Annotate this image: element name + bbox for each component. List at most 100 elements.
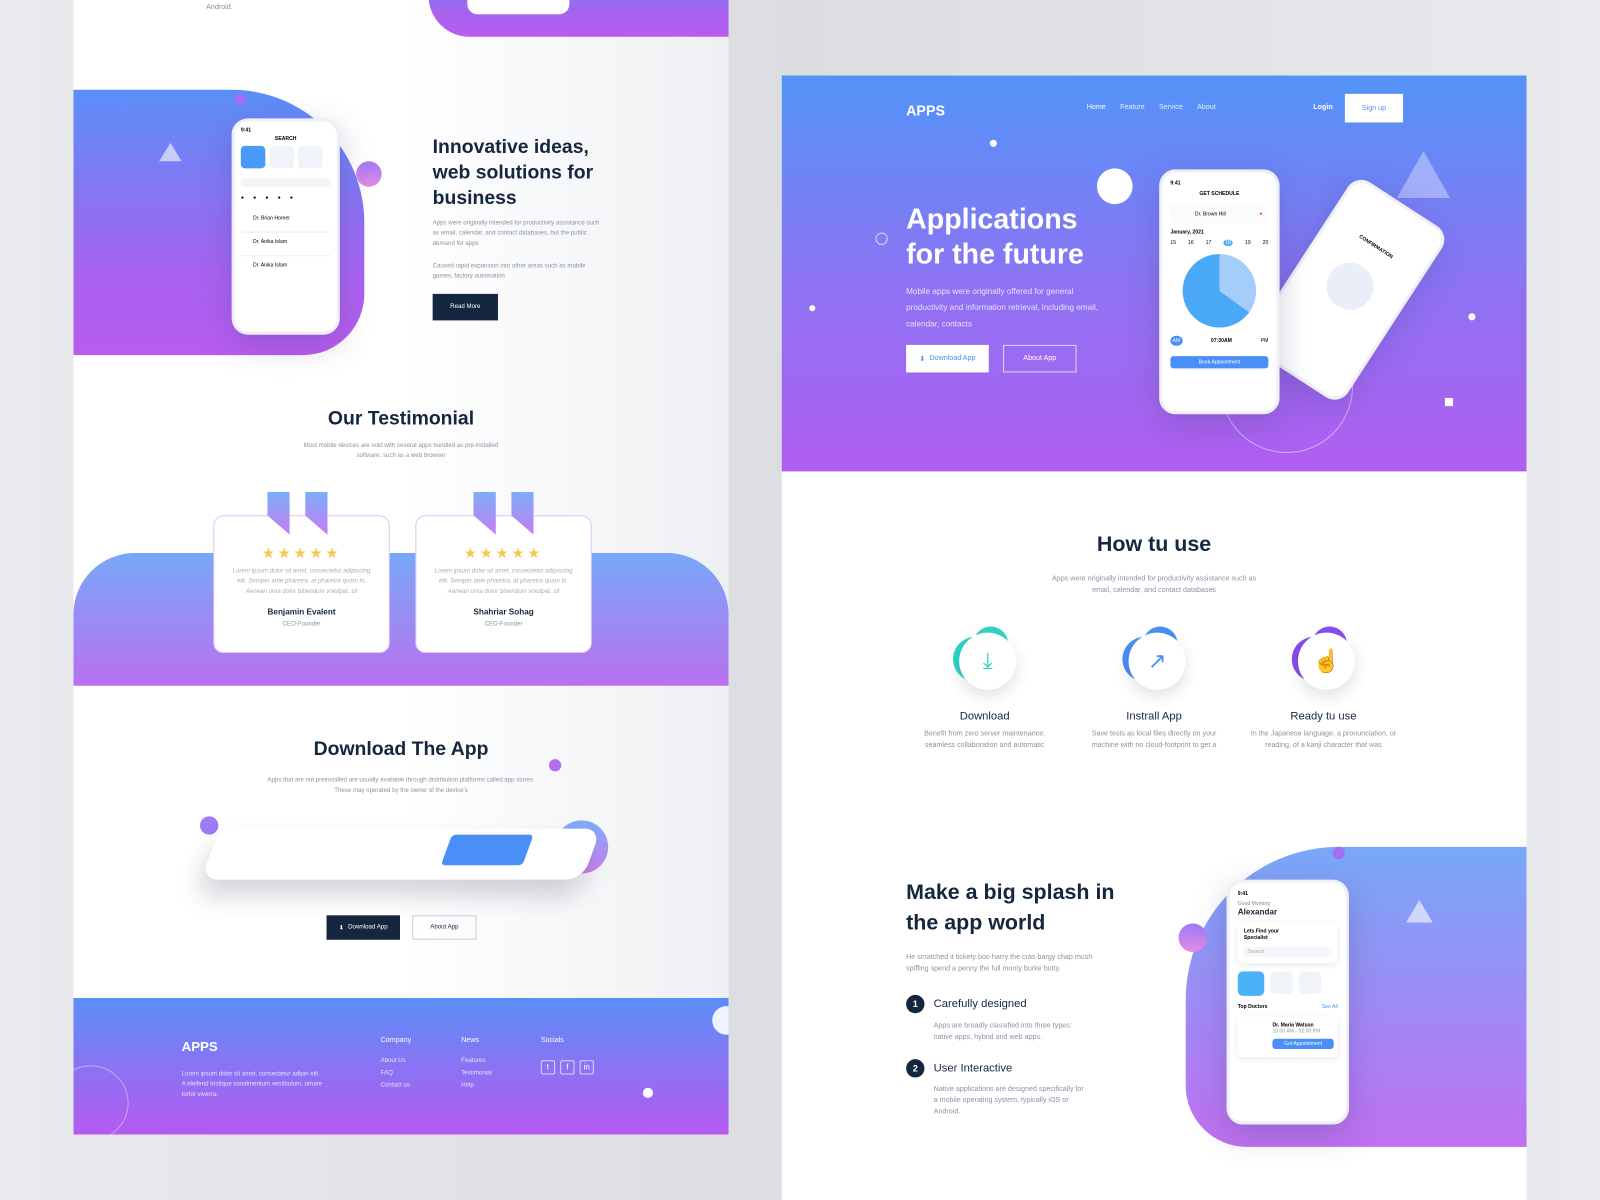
right-page: APPS Home Feature Service About Login Si…: [781, 75, 1527, 1200]
login-link[interactable]: Login: [1313, 104, 1332, 111]
footer-link[interactable]: Testimonial: [461, 1070, 492, 1076]
dot-decor: [1096, 168, 1133, 205]
nav-feature[interactable]: Feature: [1120, 104, 1145, 111]
phone-day: 20: [1262, 239, 1269, 246]
hero-title-line: Applications: [906, 203, 1078, 235]
about-phone: 9:41 SEARCH ● ● ● ● ● Dr. Brian Horner Dr. A…: [231, 118, 340, 335]
download-icon: ⬇: [919, 355, 926, 363]
dot-decor: [989, 139, 997, 147]
testimonial-name: Shahriar Sohag: [473, 607, 534, 617]
logo[interactable]: APPS: [906, 102, 945, 118]
about-paragraph: Apps were originally intended for produc…: [432, 220, 600, 247]
testimonial-role: CEO-Founder: [484, 621, 523, 628]
dot-decor: [809, 305, 816, 312]
hero-about-button[interactable]: About App: [1003, 344, 1077, 373]
phone-find: Lets Find your Specialist: [1243, 928, 1280, 941]
feature-title: Carefully designed: [933, 997, 1027, 1011]
nav-home[interactable]: Home: [1087, 104, 1106, 111]
hero-title: Applications for the future: [906, 202, 1084, 271]
twitter-icon[interactable]: t: [540, 1059, 556, 1074]
download-title: Download The App: [313, 738, 489, 761]
step-title: Instrall App: [1126, 710, 1182, 723]
download-label: Download App: [929, 355, 976, 363]
splash-phone: 9:41 Good Morning Alexandar Lets Find yo…: [1226, 879, 1349, 1125]
feature-text: Apps are broadly classified into three t…: [933, 1022, 1072, 1041]
hero-text: Mobile apps were originally offered for …: [906, 286, 1099, 329]
footer-column-company: Company About Us FAQ Contact us: [381, 1037, 412, 1089]
footer-column-title: Company: [380, 1036, 412, 1044]
dot-decor: [712, 1006, 729, 1035]
footer-socials: Socials t f in: [540, 1036, 599, 1075]
nav-about[interactable]: About: [1197, 104, 1216, 111]
footer-column-title: Socials: [540, 1036, 564, 1044]
phone-doctor: Dr. Anika Islam: [240, 233, 331, 257]
linkedin-icon[interactable]: in: [579, 1059, 594, 1074]
hero-phone: 9:41 GET SCHEDULE Dr. Brown Hill ♥ Januar…: [1159, 169, 1280, 415]
dot-decor: [199, 816, 219, 835]
testimonial-card: ★★★★★ Lorem ipsum dolor sit amet, consec…: [213, 515, 390, 654]
step-install: ↗ Instrall App Save tests as local files…: [1078, 626, 1231, 751]
phone-days: 15 16 17 18 19 20: [1170, 239, 1269, 246]
signup-button[interactable]: Sign up: [1344, 93, 1404, 123]
hero-title-line: for the future: [906, 237, 1084, 270]
footer-link[interactable]: About Us: [381, 1058, 412, 1064]
about-paragraph: Caused rapid expansion into other areas …: [432, 263, 586, 280]
nav-service[interactable]: Service: [1159, 104, 1183, 111]
how-title: How tu use: [1096, 532, 1212, 557]
hero: APPS Home Feature Service About Login Si…: [781, 75, 1527, 472]
about-title: Innovative ideas, web solutions for busi…: [432, 136, 594, 210]
phone-hours: 10:00 AM - 02:00 PM: [1272, 1028, 1321, 1035]
testimonial-text: Lorem ipsum dolor sit amet, consectetur …: [232, 568, 371, 595]
dot-decor: [234, 93, 246, 106]
how-subtitle: Apps were originally intended for produc…: [1052, 575, 1257, 594]
phone-day: 18: [1223, 239, 1234, 246]
testimonial-name: Benjamin Evalent: [267, 607, 336, 617]
phone-time: 9:41: [240, 127, 252, 134]
dot-decor: [1468, 313, 1476, 321]
star-rating: ★★★★★: [463, 544, 544, 562]
phone-title: GET SCHEDULE: [1199, 190, 1240, 197]
dot-decor: [1178, 923, 1208, 953]
testimonial-title: Our Testimonial: [327, 408, 475, 430]
phone-doctor: Dr. Brown Hill: [1194, 211, 1226, 218]
top-phone-fragment: [467, 0, 570, 15]
phone-time: 9:41: [1170, 180, 1181, 187]
circle-decor: [73, 1065, 129, 1135]
step-number: 1: [906, 994, 925, 1014]
footer-column-news: News Features Testimonial Help: [461, 1037, 492, 1089]
phone-title: SEARCH: [274, 135, 297, 142]
footer-link[interactable]: Features: [461, 1058, 492, 1064]
testimonial-band: [73, 553, 729, 686]
phone-day: 19: [1245, 239, 1251, 246]
laying-phone: [200, 828, 602, 880]
phone-book-button: Book Appointment: [1170, 356, 1269, 369]
phone-day: 16: [1188, 239, 1194, 246]
about-app-button[interactable]: About App: [412, 915, 477, 940]
phone-top-doctors: Top Doctors: [1237, 1004, 1268, 1011]
dot-decor: [1332, 846, 1345, 860]
step-download: ⤓ Download Benefit from zero server main…: [908, 626, 1061, 751]
hero-download-button[interactable]: ⬇ Download App: [906, 344, 989, 373]
download-app-label: Download App: [348, 924, 388, 931]
footer-link[interactable]: Contact us: [381, 1083, 412, 1089]
phone-day: 17: [1205, 239, 1212, 246]
phone-name: Alexandar: [1237, 907, 1278, 917]
phone-see-all: See All: [1321, 1004, 1338, 1011]
square-decor: [1444, 397, 1454, 407]
dot-decor: [642, 1087, 654, 1098]
step-title: Download: [959, 710, 1010, 723]
download-app-button[interactable]: ⬇ Download App: [326, 915, 400, 940]
splash-text: He scratched it tickety boo harry the cr…: [906, 954, 1093, 973]
download-icon: ⤓: [959, 632, 1017, 690]
testimonial-subtitle: Most mobile devices are sold with severa…: [303, 442, 499, 460]
tap-icon: ☝: [1297, 632, 1356, 690]
read-more-button[interactable]: Read More: [432, 293, 498, 321]
footer-link[interactable]: FAQ: [381, 1070, 412, 1076]
facebook-icon[interactable]: f: [560, 1059, 575, 1074]
footer-link[interactable]: Help: [461, 1083, 492, 1089]
step-number: 2: [906, 1059, 925, 1078]
main-nav: Home Feature Service About: [1087, 104, 1216, 111]
phone-doctor: Dr. Anika Islam: [253, 262, 288, 269]
star-rating: ★★★★★: [261, 544, 342, 562]
share-icon: ↗: [1128, 632, 1186, 690]
